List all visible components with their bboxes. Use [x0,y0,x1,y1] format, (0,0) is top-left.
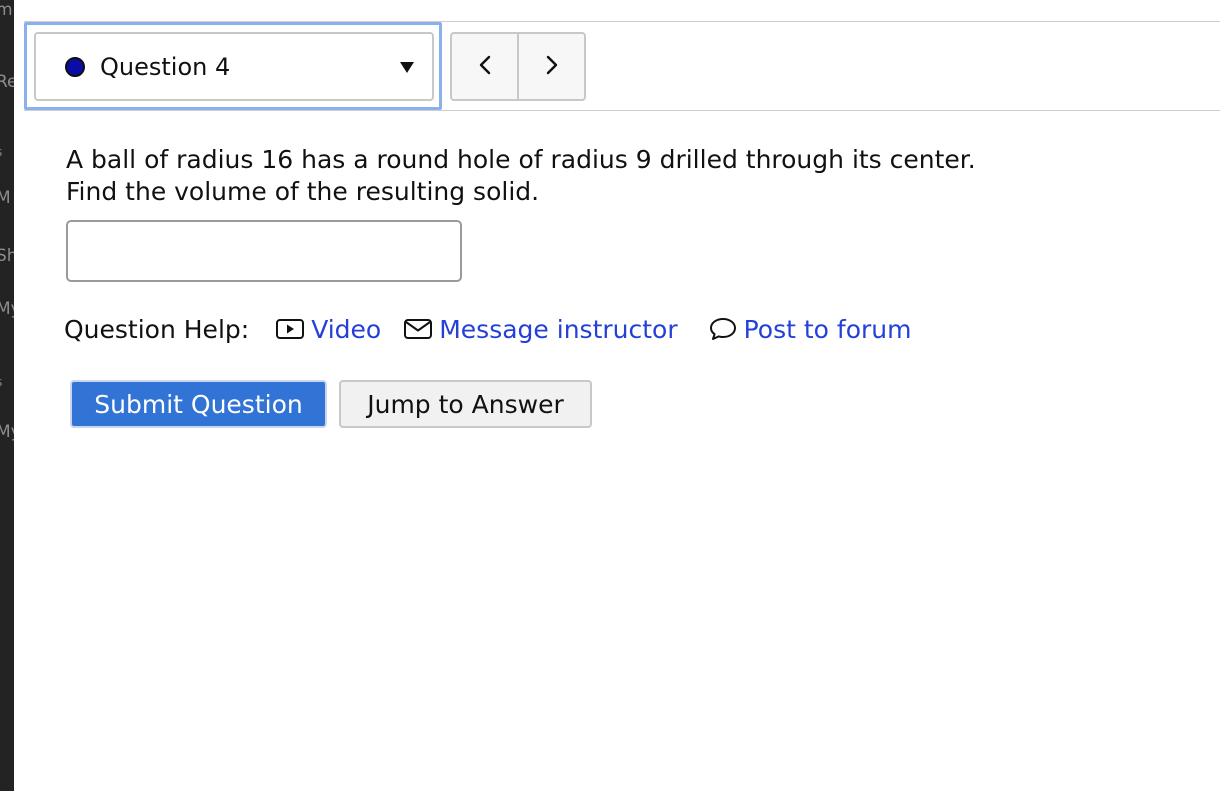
video-link-label: Video [311,314,382,344]
video-link[interactable]: Video [275,315,381,344]
sidebar-fragment: s [0,146,2,158]
chevron-right-icon [545,55,559,79]
caret-down-icon [400,62,414,73]
sidebar-fragment: My [0,422,14,442]
question-status-dot [65,57,85,77]
post-to-forum-label: Post to forum [743,314,912,344]
question-select-label: Question 4 [100,53,231,81]
submit-question-button[interactable]: Submit Question [70,380,327,428]
question-line: A ball of radius 16 has a round hole of … [66,145,976,174]
sidebar-edge: m Re s M Sh My s My [0,0,14,791]
jump-to-answer-button[interactable]: Jump to Answer [339,380,592,428]
next-question-button[interactable] [517,34,584,99]
question-text: A ball of radius 16 has a round hole of … [66,144,1066,208]
sidebar-fragment: Re [0,72,14,92]
sidebar-fragment: m [0,0,13,20]
question-line: Find the volume of the resulting solid. [66,177,540,206]
question-select[interactable]: Question 4 [34,32,434,101]
sidebar-fragment: Sh [0,246,14,266]
message-instructor-link[interactable]: Message instructor [403,314,678,344]
question-help-row: Question Help: Video Message instructor … [64,311,912,347]
message-instructor-label: Message instructor [439,314,678,344]
previous-question-button[interactable] [452,34,517,99]
question-pager [450,32,586,101]
envelope-icon [403,318,433,340]
chevron-left-icon [478,55,492,79]
answer-input[interactable] [66,220,462,282]
video-icon [275,318,305,340]
question-help-label: Question Help: [64,314,250,344]
speech-bubble-icon [708,316,738,342]
post-to-forum-link[interactable]: Post to forum [708,315,912,344]
sidebar-fragment: My [0,299,14,319]
sidebar-fragment: s [0,376,2,388]
sidebar-fragment: M [0,188,11,208]
